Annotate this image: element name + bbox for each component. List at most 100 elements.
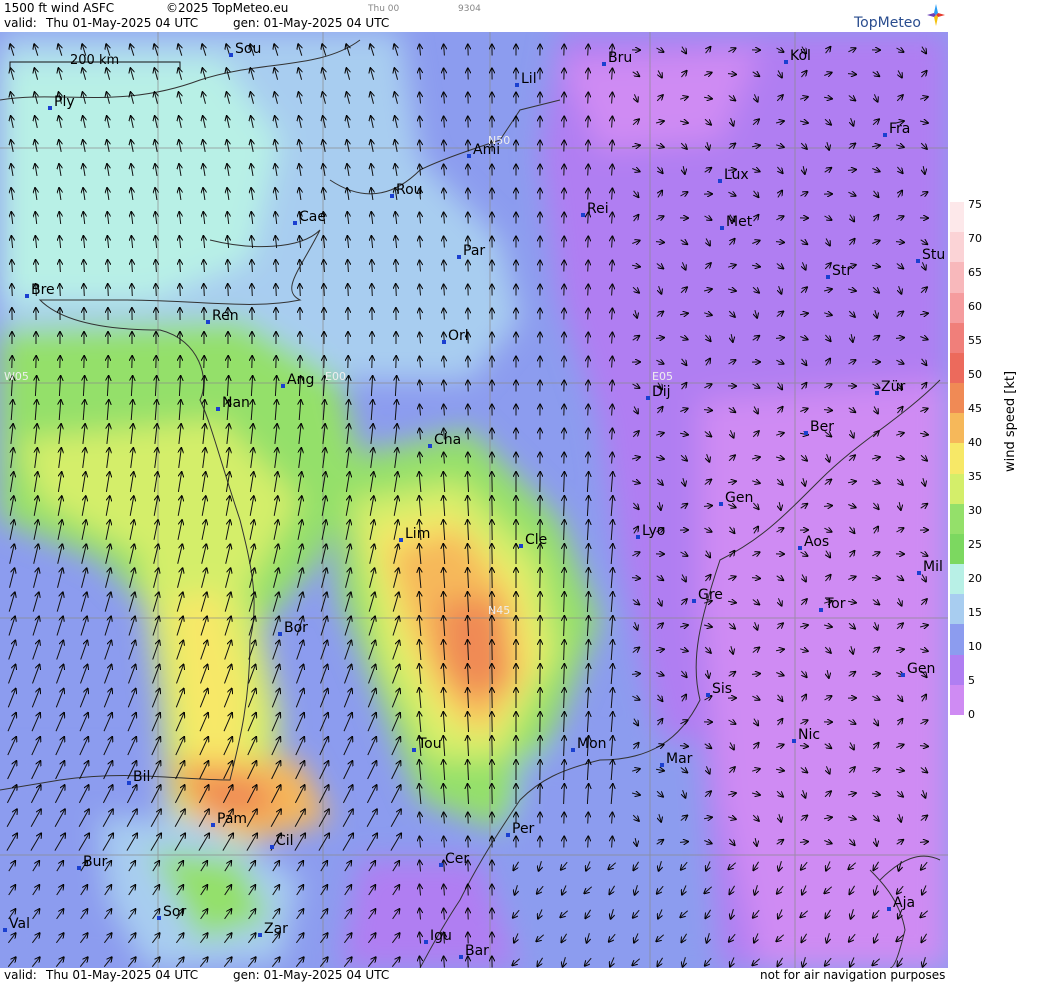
wind-arrow bbox=[204, 284, 205, 297]
legend-tick-label: 40 bbox=[968, 436, 982, 449]
legend-tick-label: 0 bbox=[968, 708, 975, 721]
legend-color-step bbox=[950, 654, 964, 686]
city-label: Ply bbox=[48, 94, 75, 110]
city-label: Fra bbox=[883, 121, 910, 137]
wind-arrow bbox=[588, 165, 589, 176]
grid-label-e05: E05 bbox=[652, 370, 673, 383]
wind-arrow bbox=[588, 117, 589, 128]
city-label: Bre bbox=[25, 282, 55, 298]
city-label: Bar bbox=[459, 943, 489, 959]
legend-color-step bbox=[950, 383, 964, 414]
wind-arrow bbox=[252, 284, 253, 297]
wind-map: 200 km N50 N45 W05 E00 E05 Sou Ply Lil B… bbox=[0, 32, 948, 968]
wind-arrow bbox=[228, 284, 229, 297]
footer-bar: valid: Thu 01-May-2025 04 UTC gen: 01-Ma… bbox=[0, 968, 948, 983]
wind-arrow bbox=[372, 284, 373, 297]
header-bar: 1500 ft wind ASFC ©2025 TopMeteo.eu Thu … bbox=[0, 0, 948, 32]
city-label: Bur bbox=[77, 854, 107, 870]
grid-label-w05: W05 bbox=[4, 370, 29, 383]
copyright: ©2025 TopMeteo.eu bbox=[166, 1, 289, 15]
generated-time: gen: 01-May-2025 04 UTC bbox=[233, 16, 390, 30]
wind-arrow bbox=[588, 93, 589, 104]
legend-tick-label: 70 bbox=[968, 232, 982, 245]
topmeteo-logo-icon bbox=[927, 4, 945, 26]
city-label: Gen bbox=[901, 661, 935, 677]
city-label: Lim bbox=[399, 526, 430, 542]
city-label: Aos bbox=[798, 534, 829, 550]
scale-label: 200 km bbox=[70, 53, 119, 68]
grid-label-e00: E00 bbox=[325, 370, 346, 383]
city-label: Par bbox=[457, 243, 485, 259]
small-time: Thu 00 bbox=[368, 4, 400, 14]
wind-field-svg: 200 km N50 N45 W05 E00 E05 bbox=[0, 32, 948, 968]
legend-color-step bbox=[950, 262, 964, 294]
wind-arrow bbox=[588, 333, 589, 344]
wind-arrow bbox=[588, 381, 589, 392]
city-label: Igu bbox=[424, 928, 452, 944]
legend-tick-label: 15 bbox=[968, 606, 982, 619]
city-label: Met bbox=[720, 214, 752, 230]
wind-arrow bbox=[60, 284, 61, 297]
wind-arrow bbox=[348, 284, 349, 297]
city-label: Nic bbox=[792, 727, 820, 743]
legend-color-bar bbox=[950, 202, 964, 716]
legend-color-step bbox=[950, 202, 964, 233]
wind-arrow bbox=[588, 189, 589, 200]
legend-color-step bbox=[950, 322, 964, 354]
wind-arrow bbox=[180, 284, 181, 297]
city-label: Cae bbox=[293, 209, 326, 225]
valid-time: Thu 01-May-2025 04 UTC bbox=[46, 16, 199, 30]
disclaimer: not for air navigation purposes bbox=[760, 968, 946, 982]
legend-title: wind speed [kt] bbox=[1003, 370, 1018, 472]
legend-color-step bbox=[950, 533, 964, 565]
wind-arrow bbox=[588, 141, 589, 152]
city-label: Pam bbox=[211, 811, 247, 827]
legend-color-step bbox=[950, 594, 964, 625]
city-label: Sor bbox=[157, 904, 186, 920]
wind-arrow bbox=[588, 813, 589, 824]
city-label: Tou bbox=[412, 736, 442, 752]
city-label: Lux bbox=[718, 167, 749, 183]
valid-label: valid: bbox=[4, 16, 37, 30]
legend-tick-label: 5 bbox=[968, 674, 975, 687]
wind-arrow bbox=[588, 45, 589, 56]
city-label: Dij bbox=[646, 384, 671, 400]
wind-arrow bbox=[588, 405, 589, 416]
footer-valid-label: valid: bbox=[4, 968, 37, 982]
wind-speed-legend: 75 70 65 60 55 50 45 40 35 30 25 20 15 10 5 0 wind spee… bbox=[948, 0, 1039, 983]
city-label: Cha bbox=[428, 432, 461, 448]
legend-color-step bbox=[950, 352, 964, 384]
wind-arrow bbox=[108, 284, 109, 297]
legend-color-step bbox=[950, 292, 964, 324]
legend-tick-label: 50 bbox=[968, 368, 982, 381]
legend-color-step bbox=[950, 564, 964, 595]
city-label: Lil bbox=[515, 71, 537, 87]
legend-tick-label: 75 bbox=[968, 198, 982, 211]
legend-color-step bbox=[950, 413, 964, 444]
wind-arrow bbox=[300, 284, 301, 297]
city-label: Cle bbox=[519, 532, 547, 548]
city-label: Bru bbox=[602, 50, 632, 66]
city-label: Cer bbox=[439, 851, 469, 867]
legend-color-step bbox=[950, 443, 964, 475]
wind-arrow bbox=[588, 429, 589, 440]
legend-tick-label: 65 bbox=[968, 266, 982, 279]
city-label: Orl bbox=[442, 328, 469, 344]
legend-color-step bbox=[950, 232, 964, 263]
city-label: Str bbox=[826, 263, 852, 279]
wind-arrow bbox=[588, 837, 589, 848]
legend-tick-label: 30 bbox=[968, 504, 982, 517]
legend-color-step bbox=[950, 473, 964, 505]
wind-arrow bbox=[396, 284, 397, 297]
legend-tick-label: 20 bbox=[968, 572, 982, 585]
grid-label-n45: N45 bbox=[488, 604, 510, 617]
city-label: Val bbox=[3, 916, 30, 932]
legend-color-step bbox=[950, 684, 964, 716]
city-label: Mar bbox=[660, 751, 692, 767]
legend-tick-label: 55 bbox=[968, 334, 982, 347]
city-label: Per bbox=[506, 821, 534, 837]
wind-arrow bbox=[132, 284, 133, 297]
wind-arrow bbox=[588, 309, 589, 320]
city-label: Bor bbox=[278, 620, 308, 636]
small-code: 9304 bbox=[458, 4, 481, 14]
